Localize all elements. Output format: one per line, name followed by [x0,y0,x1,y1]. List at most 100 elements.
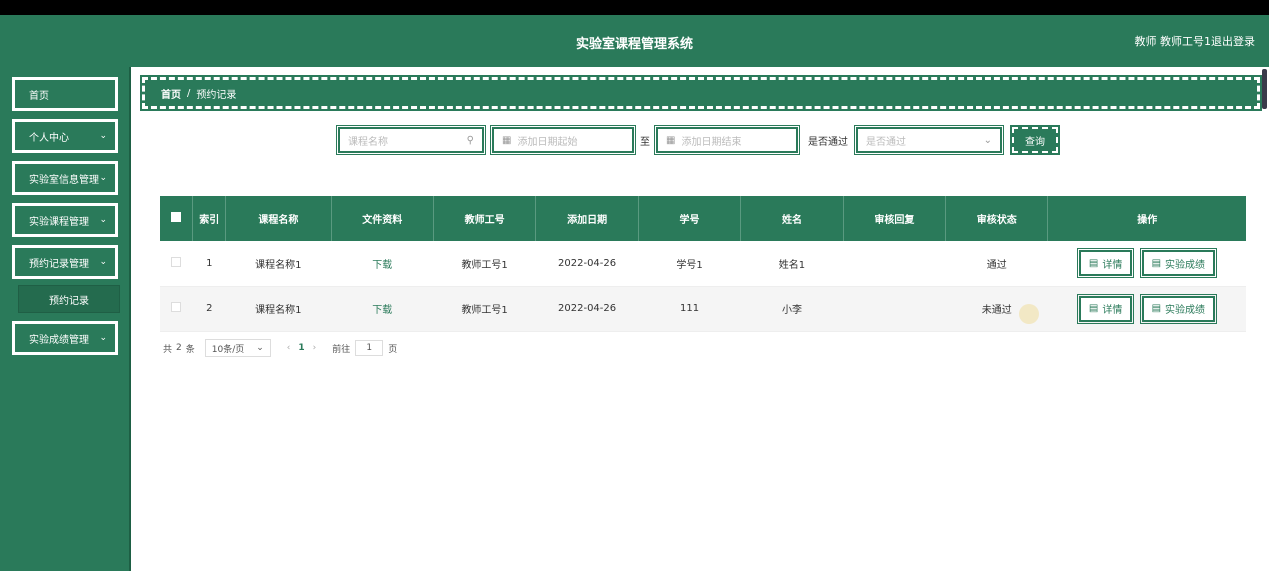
breadcrumb: 首页 / 预约记录 [140,75,1262,111]
cell-course: 课程名称1 [225,241,332,287]
query-button[interactable]: 查询 [1010,125,1060,155]
filter-bar: 课程名称 ⚲ ▦ 添加日期起始 至 ▦ 添加日期结束 是否通过 是否通过 ⌄ 查… [336,125,1060,155]
prev-page-icon[interactable]: ‹ [287,343,291,353]
chevron-down-icon: ⌄ [983,134,992,146]
date-end-placeholder: 添加日期结束 [681,136,742,148]
detail-label: 详情 [1102,305,1123,316]
app-title: 实验室课程管理系统 [575,37,693,52]
page-size-value: 10条/页 [211,344,245,355]
next-page-icon[interactable]: › [313,343,317,353]
total-suffix: 条 [185,344,195,355]
score-button[interactable]: ▤ 实验成绩 [1139,293,1218,324]
calendar-icon: ▦ [502,134,512,146]
row-checkbox[interactable] [171,302,182,312]
chevron-down-icon: ⌄ [99,333,107,343]
cursor-highlight [1019,304,1039,324]
col-course: 课程名称 [225,196,332,241]
col-teacher-id: 教师工号 [433,196,537,241]
date-range-separator: 至 [640,136,650,148]
cell-index: 1 [192,241,226,287]
col-status: 审核状态 [945,196,1049,241]
chevron-down-icon: ⌄ [99,257,107,267]
search-icon: ⚲ [466,134,474,146]
row-select[interactable] [160,241,193,287]
sidebar-item-reservation[interactable]: 预约记录管理 ⌄ [12,245,118,279]
passed-label: 是否通过 [808,136,848,148]
pagination: 共 2 条 10条/页 ⌄ ‹ 1 › 前往 1 页 [163,339,397,357]
download-link[interactable]: 下载 [372,305,392,316]
scallop-decoration [0,15,1269,35]
cell-status: 通过 [945,241,1048,287]
total-prefix: 共 [163,344,173,355]
breadcrumb-separator: / [187,87,191,99]
course-name-input[interactable]: 课程名称 ⚲ [336,125,486,155]
calendar-icon: ▦ [666,134,676,146]
main-content: 首页 / 预约记录 课程名称 ⚲ ▦ 添加日期起始 至 ▦ 添加日期结束 是否通… [133,67,1269,571]
cell-actions: ▤ 详情 ▤ 实验成绩 [1047,286,1246,332]
breadcrumb-current: 预约记录 [196,89,237,101]
date-start-placeholder: 添加日期起始 [517,136,578,148]
sidebar-item-scores[interactable]: 实验成绩管理 ⌄ [12,321,118,355]
cell-teacher-id: 教师工号1 [433,241,536,287]
submenu-item-reservation-records[interactable]: 预约记录 [18,285,120,313]
col-reply: 审核回复 [843,196,947,241]
cell-date: 2022-04-26 [535,286,639,332]
current-page[interactable]: 1 [298,343,304,353]
col-student-id: 学号 [638,196,742,241]
header: 实验室课程管理系统 教师 教师工号1 退出登录 [0,15,1269,67]
select-all-header[interactable] [160,196,194,241]
chevron-down-icon: ⌄ [99,173,107,183]
scrollbar-thumb[interactable] [1262,69,1267,109]
sidebar-item-label: 个人中心 [29,132,69,144]
document-icon: ▤ [1088,303,1099,314]
cell-actions: ▤ 详情 ▤ 实验成绩 [1047,241,1246,287]
cell-student-id: 学号1 [638,241,741,287]
cell-reply [843,241,946,287]
cell-name: 小李 [740,286,844,332]
total-count: 2 [176,343,182,353]
course-name-placeholder: 课程名称 [348,136,388,148]
sidebar-item-home[interactable]: 首页 [12,77,118,111]
sidebar: 首页 个人中心 ⌄ 实验室信息管理 ⌄ 实验课程管理 ⌄ 预约记录管理 ⌄ 预约… [0,67,131,571]
table-row: 2 课程名称1 下载 教师工号1 2022-04-26 111 小李 未通过 ▤… [160,286,1246,332]
goto-label: 前往 [332,344,351,355]
score-button[interactable]: ▤ 实验成绩 [1139,248,1218,279]
passed-placeholder: 是否通过 [866,136,906,148]
detail-button[interactable]: ▤ 详情 [1076,293,1135,324]
cell-date: 2022-04-26 [535,241,639,287]
score-label: 实验成绩 [1165,305,1206,316]
document-icon: ▤ [1151,303,1162,314]
sidebar-item-course[interactable]: 实验课程管理 ⌄ [12,203,118,237]
logout-link[interactable]: 退出登录 [1211,33,1255,49]
select-all-checkbox[interactable] [171,212,182,222]
row-checkbox[interactable] [171,256,182,267]
sidebar-item-label: 实验室信息管理 [29,174,99,186]
date-end-input[interactable]: ▦ 添加日期结束 [654,125,800,155]
cell-teacher-id: 教师工号1 [433,286,536,332]
detail-button[interactable]: ▤ 详情 [1076,248,1135,279]
sidebar-item-lab-info[interactable]: 实验室信息管理 ⌄ [12,161,118,195]
row-select[interactable] [160,286,193,332]
sidebar-item-label: 首页 [29,90,49,102]
cell-student-id: 111 [638,286,741,332]
page-size-select[interactable]: 10条/页 ⌄ [204,339,271,357]
breadcrumb-home[interactable]: 首页 [161,86,181,101]
date-start-input[interactable]: ▦ 添加日期起始 [490,125,636,155]
cell-course: 课程名称1 [225,286,332,332]
col-actions: 操作 [1047,196,1246,241]
sidebar-item-label: 实验成绩管理 [29,334,89,346]
cell-index: 2 [192,286,226,332]
goto-page-input[interactable]: 1 [355,340,384,356]
top-black-bar [0,0,1269,15]
sidebar-item-profile[interactable]: 个人中心 ⌄ [12,119,118,153]
table-header-row: 索引 课程名称 文件资料 教师工号 添加日期 学号 姓名 审核回复 审核状态 操… [160,196,1246,241]
col-name: 姓名 [740,196,844,241]
goto-suffix: 页 [388,344,398,355]
download-link[interactable]: 下载 [372,260,392,271]
score-label: 实验成绩 [1165,259,1206,271]
document-icon: ▤ [1088,257,1099,269]
passed-select[interactable]: 是否通过 ⌄ [854,125,1004,155]
sidebar-item-label: 预约记录管理 [29,258,89,270]
records-table: 索引 课程名称 文件资料 教师工号 添加日期 学号 姓名 审核回复 审核状态 操… [160,196,1246,332]
current-user: 教师 教师工号1 [1134,35,1212,48]
